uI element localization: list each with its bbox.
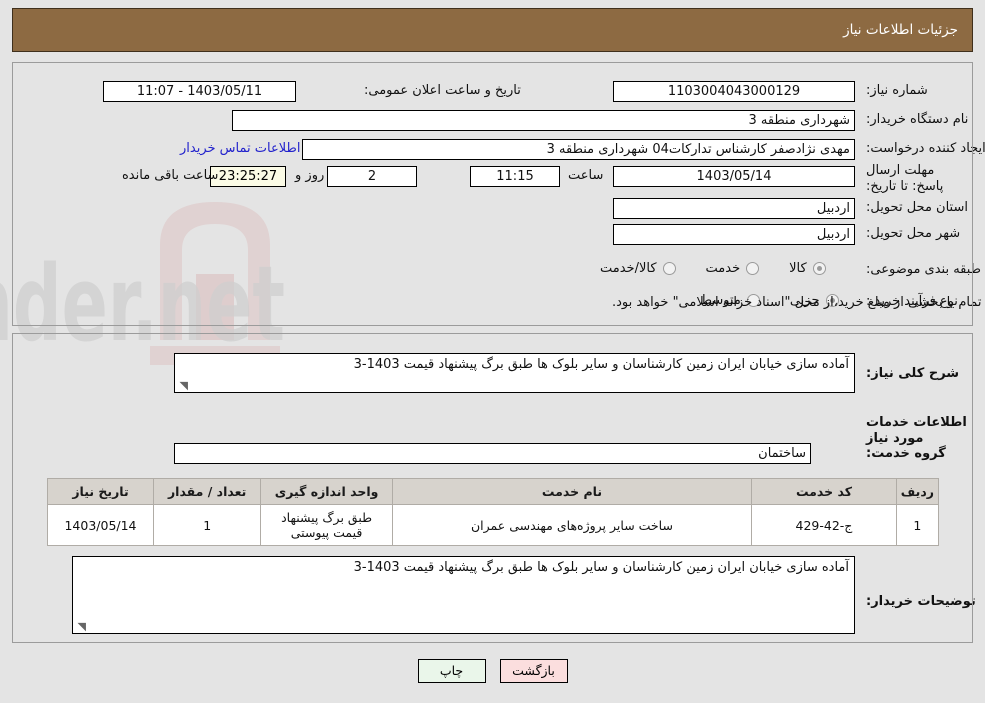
col-service-name: نام خدمت [391, 478, 753, 505]
table-header-row: ردیف کد خدمت نام خدمت واحد اندازه گیری ت… [47, 478, 940, 505]
back-button[interactable]: بازگشت [499, 659, 568, 683]
print-button[interactable]: چاپ [417, 659, 486, 683]
cell-need-date: 1403/05/14 [47, 504, 154, 546]
col-radif: ردیف [895, 478, 940, 505]
col-unit: واحد اندازه گیری [260, 478, 393, 505]
cell-radif: 1 [895, 504, 940, 546]
col-quantity: تعداد / مقدار [152, 478, 262, 505]
page-header: جزئیات اطلاعات نیاز [12, 8, 973, 52]
col-need-date: تاریخ نیاز [47, 478, 154, 505]
table-row: 1 ج-42-429 ساخت سایر پروژه‌های مهندسی عم… [47, 504, 940, 546]
cell-service-code: ج-42-429 [751, 504, 897, 546]
page-title: جزئیات اطلاعات نیاز [843, 22, 958, 38]
col-service-code: کد خدمت [751, 478, 897, 505]
cell-service-name: ساخت سایر پروژه‌های مهندسی عمران [391, 504, 753, 546]
cell-quantity: 1 [152, 504, 262, 546]
cell-unit: طبق برگ پیشنهاد قیمت پیوستی [260, 504, 393, 546]
action-button-bar: بازگشت چاپ [0, 659, 985, 683]
page-root: AriaTender.net جزئیات اطلاعات نیاز شماره… [0, 0, 985, 703]
needed-services-table: ردیف کد خدمت نام خدمت واحد اندازه گیری ت… [47, 478, 940, 546]
need-summary-panel [12, 62, 973, 326]
